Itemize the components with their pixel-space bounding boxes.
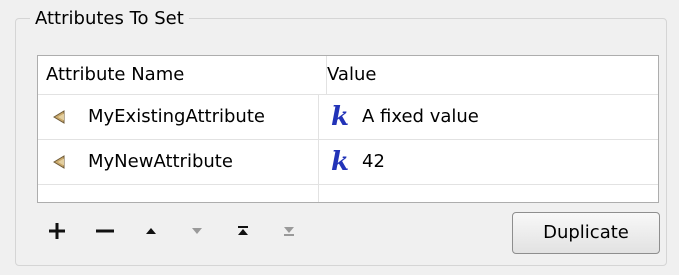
column-divider <box>318 184 319 202</box>
constant-value-icon: k <box>331 102 350 132</box>
attribute-value-cell[interactable]: k A fixed value <box>319 95 658 139</box>
table-row[interactable]: MyNewAttribute k 42 <box>38 140 658 185</box>
attributes-table: Attribute Name Value MyExistingAttribute… <box>37 55 659 203</box>
constant-value-icon: k <box>331 147 350 177</box>
move-up-icon <box>146 228 156 234</box>
move-down-icon <box>192 228 202 234</box>
attribute-value-label: A fixed value <box>362 106 479 127</box>
remove-button[interactable] <box>92 218 118 244</box>
duplicate-button[interactable]: Duplicate <box>512 212 660 254</box>
move-to-top-button[interactable] <box>230 218 256 244</box>
move-to-bottom-icon <box>284 227 294 236</box>
table-header: Attribute Name Value <box>38 56 658 95</box>
attribute-name-cell[interactable]: MyNewAttribute <box>38 140 319 184</box>
column-header-value[interactable]: Value <box>319 56 376 94</box>
move-up-button[interactable] <box>138 218 164 244</box>
attribute-name-cell[interactable]: MyExistingAttribute <box>38 95 319 139</box>
attribute-name-label: MyExistingAttribute <box>88 106 265 127</box>
move-to-bottom-button[interactable] <box>276 218 302 244</box>
move-down-button[interactable] <box>184 218 210 244</box>
attribute-icon <box>53 155 65 169</box>
remove-icon <box>96 229 114 233</box>
move-to-top-icon <box>238 226 248 235</box>
add-button[interactable] <box>44 218 70 244</box>
attribute-value-label: 42 <box>362 151 385 172</box>
attribute-icon <box>53 110 65 124</box>
add-icon <box>49 223 65 239</box>
empty-table-row[interactable] <box>38 184 658 202</box>
attribute-value-cell[interactable]: k 42 <box>319 140 658 184</box>
column-header-attribute-name[interactable]: Attribute Name <box>38 56 327 94</box>
group-title: Attributes To Set <box>30 8 189 30</box>
table-row[interactable]: MyExistingAttribute k A fixed value <box>38 95 658 140</box>
attribute-name-label: MyNewAttribute <box>88 151 233 172</box>
